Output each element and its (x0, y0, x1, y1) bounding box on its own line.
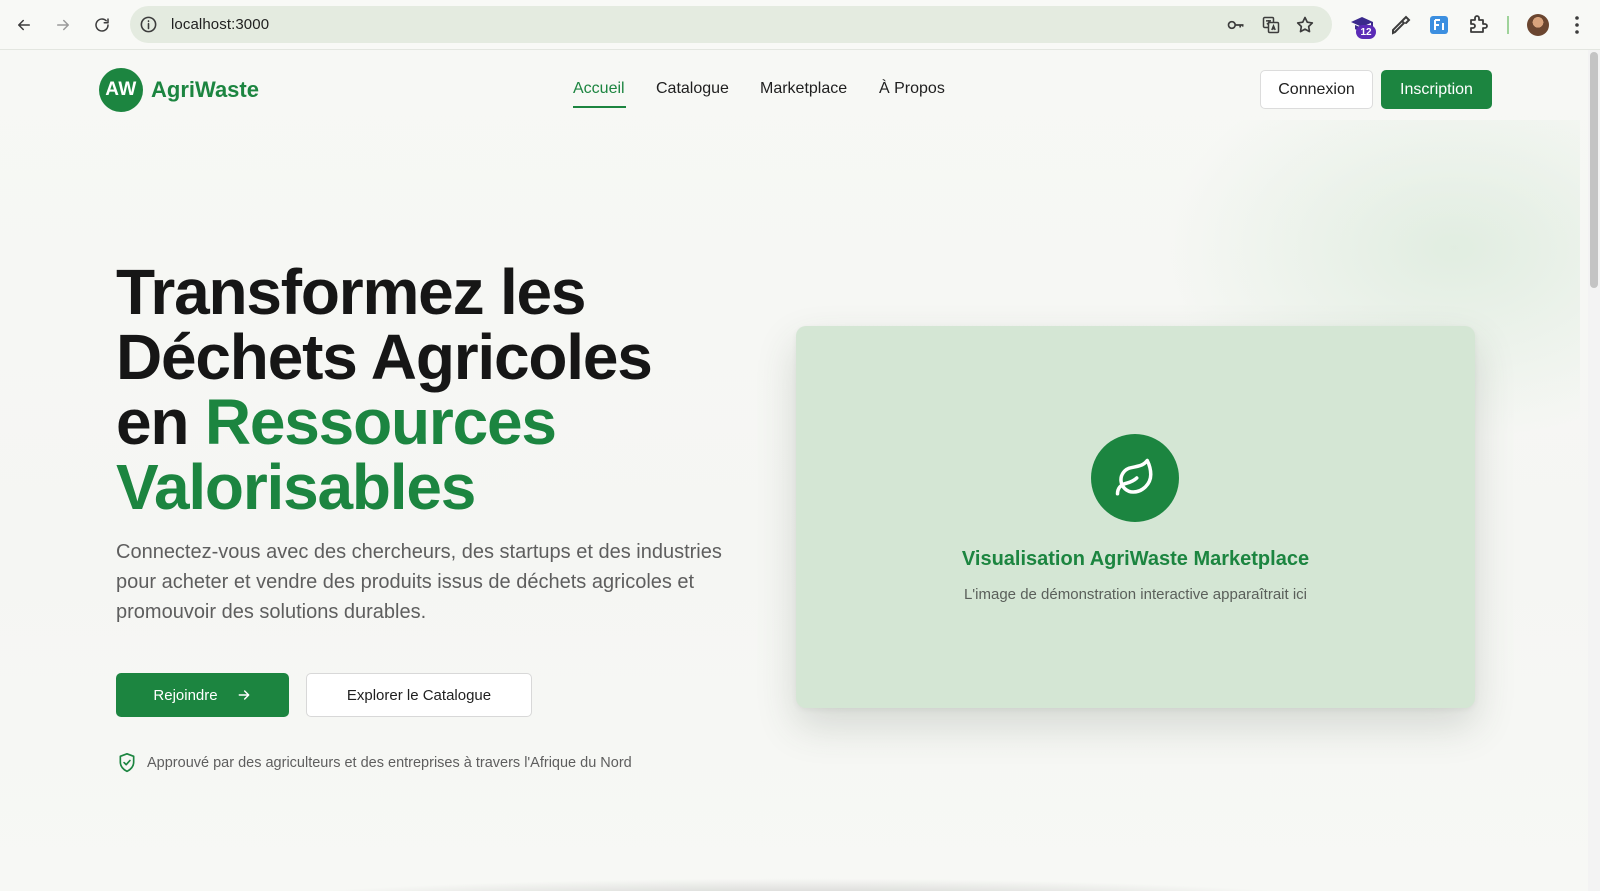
logo-badge[interactable]: AW (99, 68, 143, 112)
nav-item-marketplace[interactable]: Marketplace (760, 80, 847, 98)
url-text[interactable]: localhost:3000 (171, 16, 269, 33)
visualization-title: Visualisation AgriWaste Marketplace (961, 548, 1310, 570)
login-button[interactable]: Connexion (1260, 70, 1373, 109)
hero-title-accent-2: Valorisables (116, 451, 476, 523)
arrow-right-icon (57, 19, 69, 31)
trust-text: Approuvé par des agriculteurs et des ent… (147, 755, 632, 771)
fi-extension-icon[interactable] (1427, 13, 1451, 37)
site-info-icon[interactable] (139, 15, 158, 34)
nav-item-catalogue[interactable]: Catalogue (656, 80, 729, 98)
visualization-card: Visualisation AgriWaste Marketplace L'im… (796, 326, 1475, 708)
address-bar[interactable]: localhost:3000 (130, 6, 1332, 43)
hero-title-line3-prefix: en (116, 386, 205, 458)
eyedropper-icon[interactable] (1389, 13, 1413, 37)
extension-badge: 12 (1356, 25, 1376, 39)
scrollbar-thumb[interactable] (1590, 52, 1598, 288)
reload-icon (95, 18, 109, 32)
back-button[interactable] (11, 12, 37, 38)
nav-item-accueil[interactable]: Accueil (573, 80, 625, 98)
nav-active-indicator (573, 106, 626, 108)
browser-toolbar: localhost:3000 12 (0, 0, 1600, 50)
profile-avatar[interactable] (1527, 14, 1549, 36)
arrow-left-icon (18, 19, 30, 31)
hero-title-line1: Transformez les (116, 256, 587, 328)
join-button-label: Rejoindre (153, 686, 218, 704)
visualization-description: L'image de démonstration interactive app… (963, 586, 1308, 603)
translate-icon[interactable] (1261, 15, 1281, 35)
hero-title-accent-1: Ressources (204, 386, 557, 458)
next-section-shadow (180, 876, 1420, 891)
hero-subtitle: Connectez-vous avec des chercheurs, des … (116, 541, 722, 623)
hero-title: Transformez les Déchets Agricoles en Res… (116, 260, 756, 520)
explore-catalogue-button[interactable]: Explorer le Catalogue (306, 673, 532, 717)
logo-name[interactable]: AgriWaste (151, 77, 259, 103)
bookmark-star-icon[interactable] (1295, 15, 1315, 35)
password-key-icon[interactable] (1226, 15, 1246, 35)
toolbar-separator (1507, 16, 1509, 34)
shield-check-icon (119, 752, 135, 773)
nav-item-a-propos[interactable]: À Propos (879, 80, 945, 98)
hero-title-line2: Déchets Agricoles (116, 321, 653, 393)
leaf-badge (1091, 434, 1179, 522)
signup-button[interactable]: Inscription (1381, 70, 1492, 109)
reload-button[interactable] (89, 12, 115, 38)
join-button[interactable]: Rejoindre (116, 673, 289, 717)
page-content: AW AgriWaste Accueil Catalogue Marketpla… (0, 50, 1600, 891)
extensions-puzzle-icon[interactable] (1466, 13, 1490, 37)
more-menu-icon[interactable] (1565, 13, 1589, 37)
scrollbar[interactable] (1588, 50, 1600, 891)
forward-button[interactable] (50, 12, 76, 38)
arrow-right-icon (238, 690, 250, 700)
leaf-icon (1115, 458, 1153, 496)
